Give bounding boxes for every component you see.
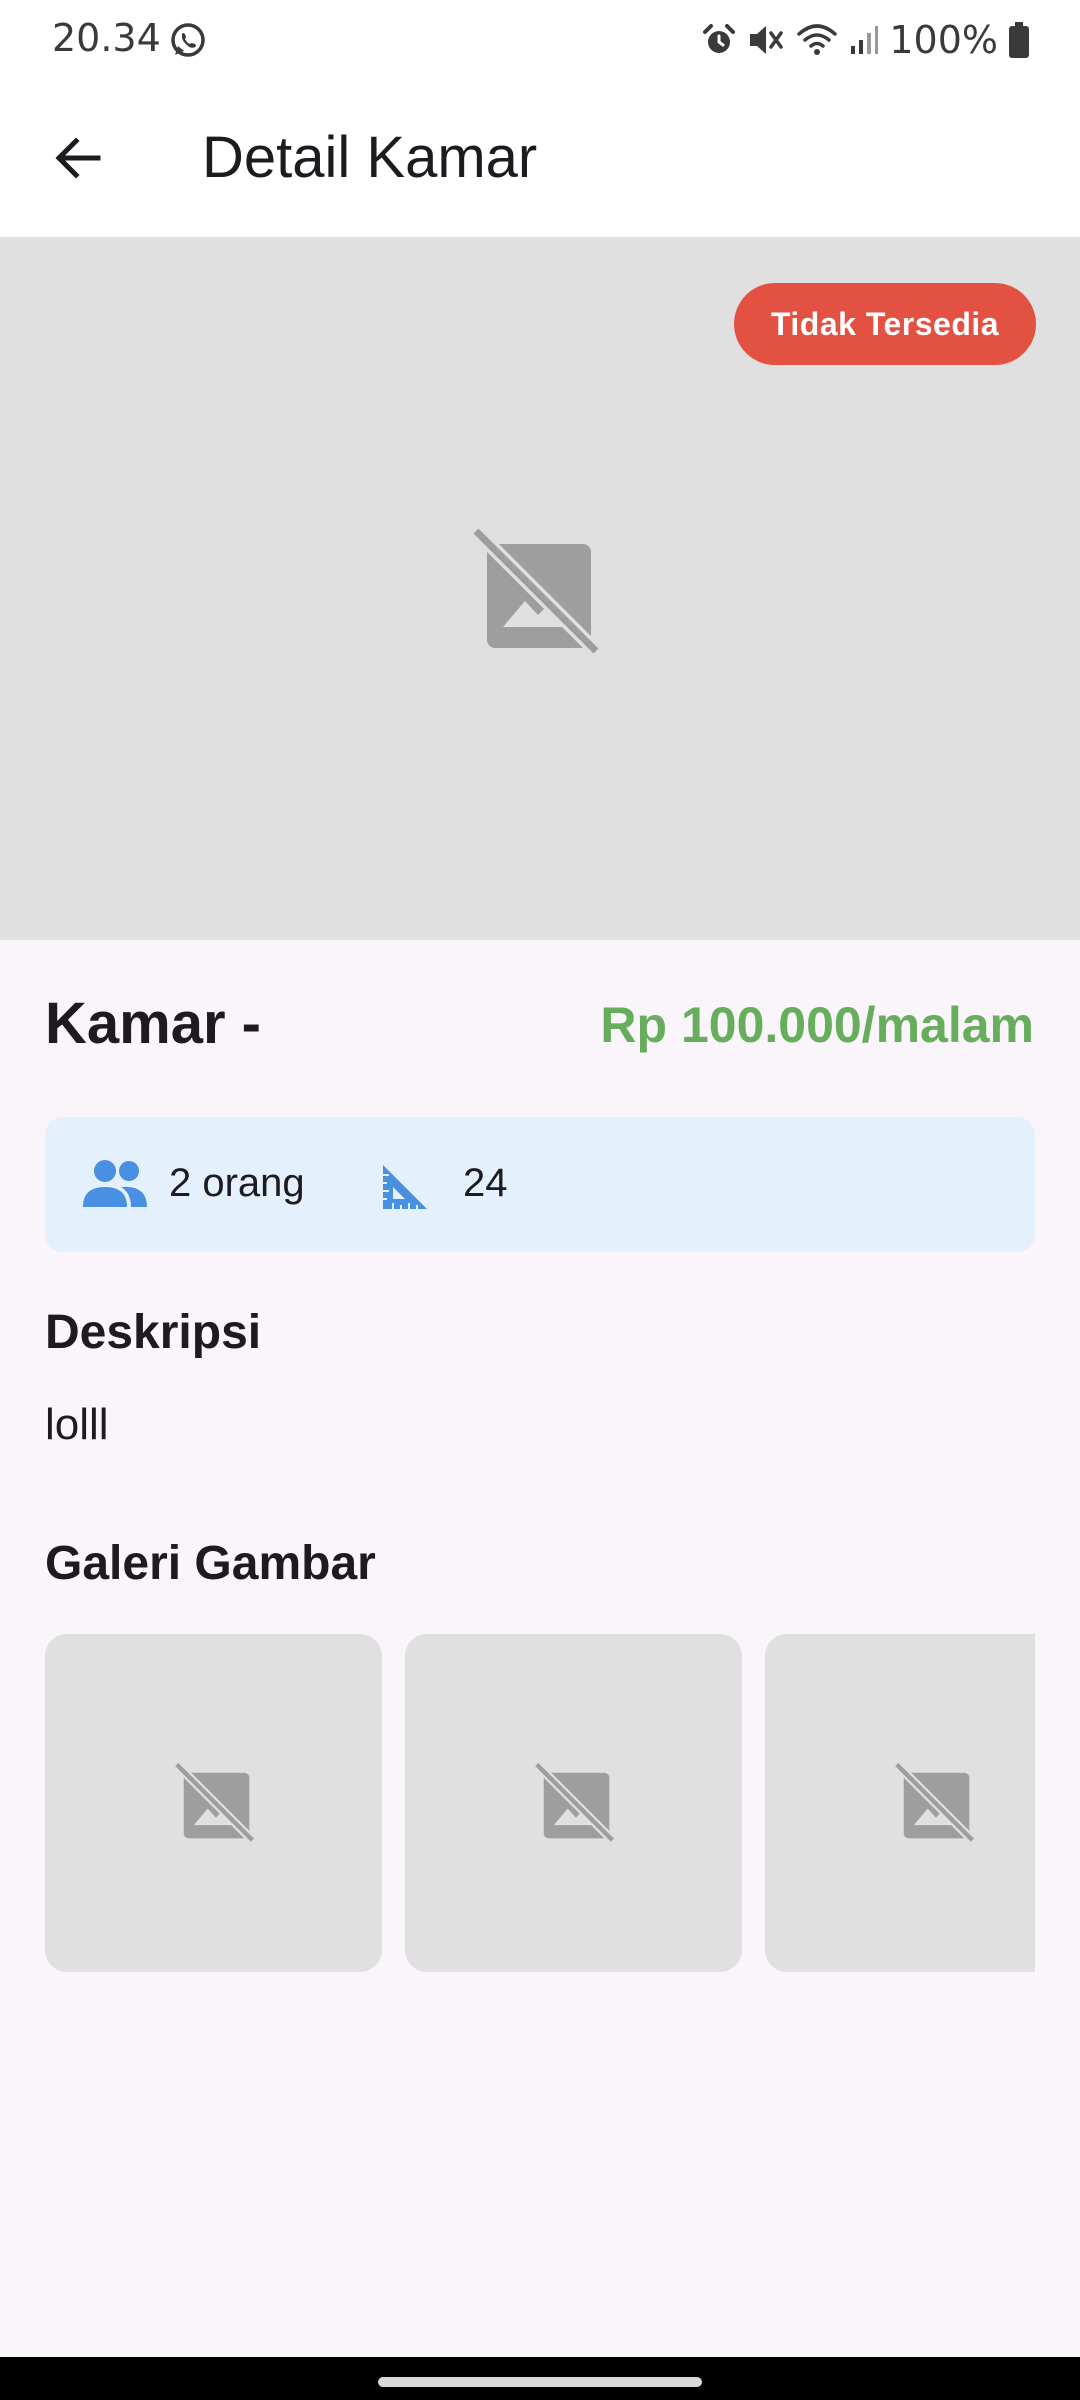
gallery-list[interactable] <box>45 1634 1035 1972</box>
image-not-supported-icon <box>471 527 600 656</box>
app-bar: Detail Kamar <box>0 80 1080 237</box>
arrow-back-icon <box>55 137 101 179</box>
room-main-image: Tidak Tersedia <box>0 237 1080 940</box>
status-time: 20.34 <box>52 16 161 60</box>
square-foot-icon <box>383 1165 427 1209</box>
image-not-supported-icon <box>533 1762 615 1844</box>
room-name: Kamar - <box>45 991 261 1056</box>
battery-percent: 100% <box>889 18 998 62</box>
page-title: Detail Kamar <box>202 125 538 190</box>
image-not-supported-icon <box>173 1762 255 1844</box>
room-info-card: 2 orang 24 <box>45 1117 1035 1252</box>
status-badge: Tidak Tersedia <box>734 283 1036 365</box>
wifi-icon <box>797 24 838 55</box>
image-not-supported-icon <box>893 1762 975 1844</box>
room-price: Rp 100.000/malam <box>600 997 1034 1053</box>
capacity-text: 2 orang <box>169 1161 305 1205</box>
description-text: lolll <box>45 1400 109 1449</box>
description-title: Deskripsi <box>45 1306 262 1359</box>
battery-icon <box>1009 22 1029 58</box>
home-gesture-handle[interactable] <box>378 2377 702 2387</box>
gallery-title: Galeri Gambar <box>45 1537 376 1590</box>
system-navigation-bar <box>0 2357 1080 2400</box>
gallery-item[interactable] <box>765 1634 1035 1972</box>
status-bar: 20.34 100% <box>0 0 1080 80</box>
mute-icon <box>750 26 784 54</box>
gallery-item[interactable] <box>405 1634 742 1972</box>
alarm-icon <box>703 24 736 53</box>
room-size-text: 24 <box>463 1161 508 1205</box>
gallery-item[interactable] <box>45 1634 382 1972</box>
signal-icon <box>851 26 879 54</box>
people-icon <box>83 1160 147 1207</box>
whatsapp-icon <box>171 23 205 57</box>
back-button[interactable] <box>42 122 114 194</box>
